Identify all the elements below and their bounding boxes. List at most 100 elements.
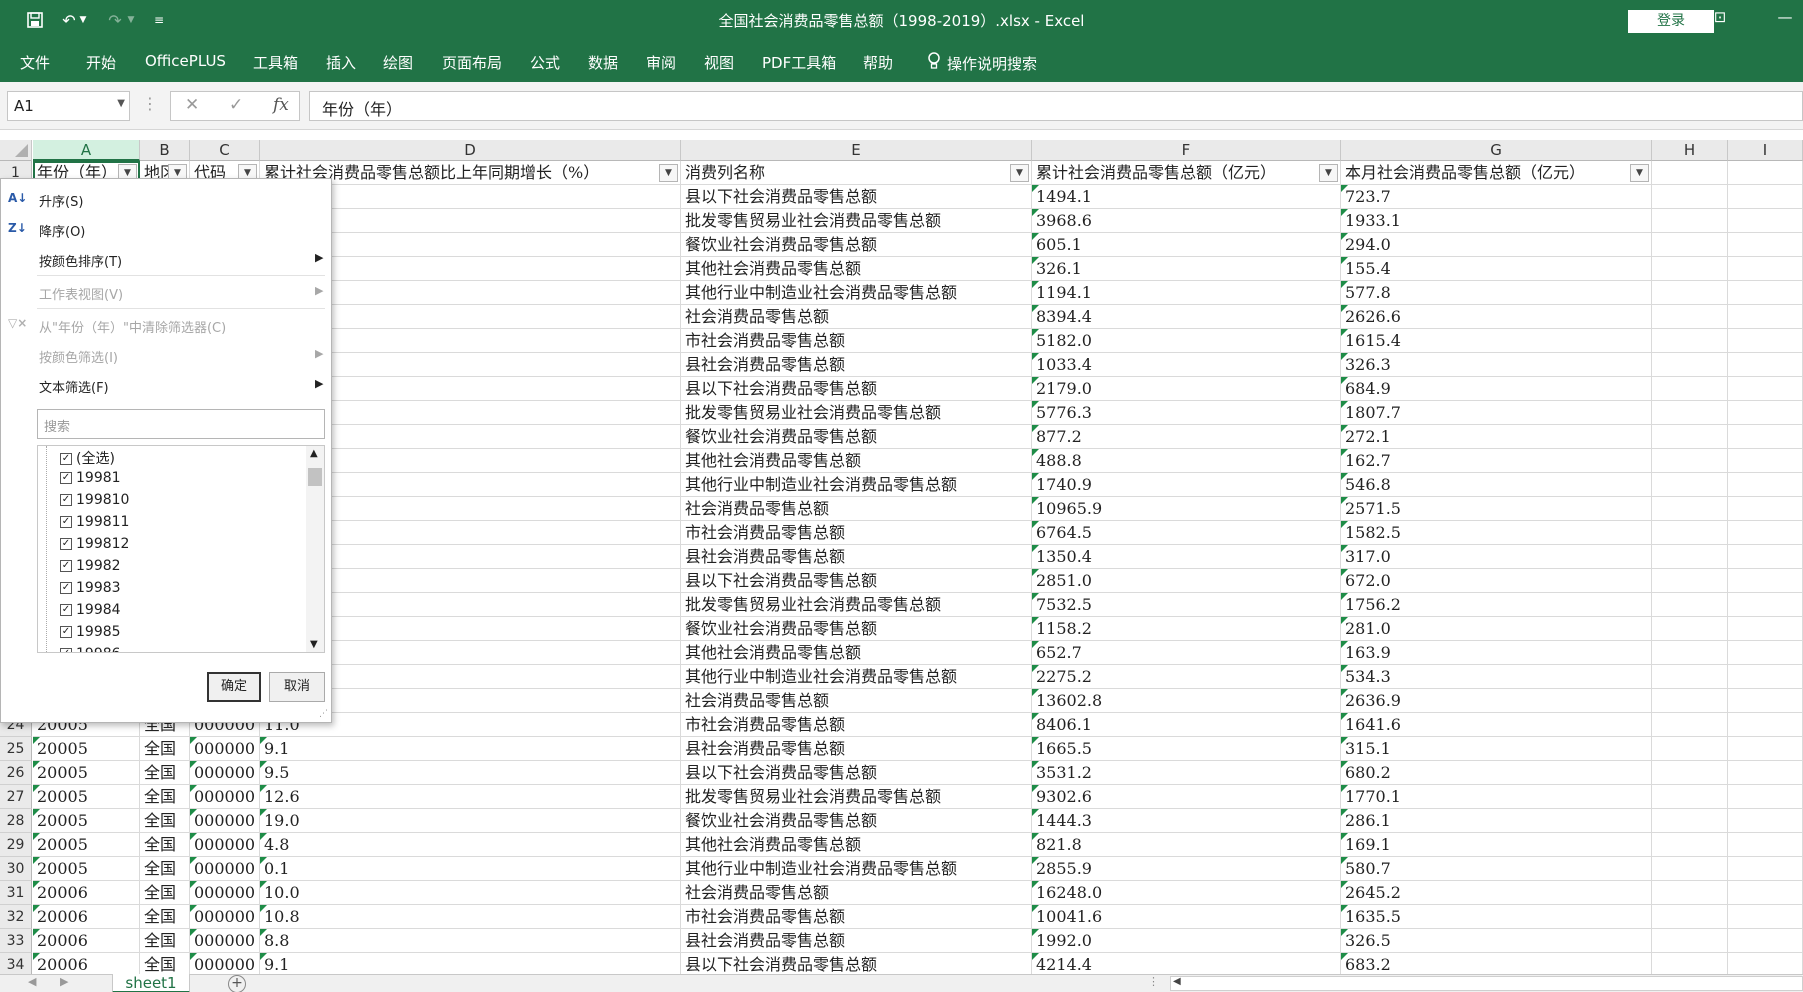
cell[interactable] — [1652, 305, 1728, 329]
cell[interactable]: 20005 — [33, 785, 140, 809]
ok-button[interactable]: 确定 — [207, 672, 261, 702]
filter-checkbox-item[interactable]: ✓ 19982 — [60, 558, 121, 580]
cell[interactable]: 5182.0 — [1032, 329, 1341, 353]
filter-dropdown-icon[interactable]: ▼ — [1319, 164, 1338, 182]
cell[interactable]: 市社会消费品零售总额 — [681, 329, 1032, 353]
cell[interactable]: 县社会消费品零售总额 — [681, 353, 1032, 377]
cell[interactable]: 县以下社会消费品零售总额 — [681, 377, 1032, 401]
filter-checkbox-item[interactable]: ✓ 19985 — [60, 624, 121, 646]
cell[interactable]: 3968.6 — [1032, 209, 1341, 233]
cell[interactable]: 餐饮业社会消费品零售总额 — [681, 233, 1032, 257]
cell[interactable]: 488.8 — [1032, 449, 1341, 473]
cell[interactable]: 577.8 — [1341, 281, 1652, 305]
cell[interactable] — [1652, 521, 1728, 545]
cell[interactable] — [1652, 329, 1728, 353]
cell[interactable]: 000000 — [190, 929, 260, 953]
checkbox-checked-icon[interactable]: ✓ — [60, 648, 72, 652]
checkbox-checked-icon[interactable]: ✓ — [60, 582, 72, 594]
cell[interactable] — [1652, 713, 1728, 737]
cell[interactable]: 4.8 — [260, 833, 681, 857]
tab-data[interactable]: 数据 — [588, 52, 618, 73]
cell[interactable]: 其他社会消费品零售总额 — [681, 833, 1032, 857]
cell[interactable]: 社会消费品零售总额 — [681, 305, 1032, 329]
cell[interactable]: 2851.0 — [1032, 569, 1341, 593]
cell[interactable]: 2179.0 — [1032, 377, 1341, 401]
cell[interactable] — [1728, 425, 1803, 449]
cell[interactable]: 1350.4 — [1032, 545, 1341, 569]
cell[interactable]: 326.3 — [1341, 353, 1652, 377]
prev-sheet-icon[interactable]: ◀ — [28, 975, 36, 988]
cell[interactable]: 000000 — [190, 881, 260, 905]
menu-item-sort-by-color[interactable]: 按颜色排序(T) ▶ — [39, 251, 323, 270]
cell[interactable]: 1615.4 — [1341, 329, 1652, 353]
cell[interactable]: 6764.5 — [1032, 521, 1341, 545]
cell[interactable]: 全国 — [140, 953, 190, 974]
cell[interactable]: 12.6 — [260, 785, 681, 809]
tab-draw[interactable]: 绘图 — [383, 52, 413, 73]
cell[interactable]: 4214.4 — [1032, 953, 1341, 974]
checkbox-checked-icon[interactable]: ✓ — [60, 494, 72, 506]
cell[interactable]: 723.7 — [1341, 185, 1652, 209]
row-number[interactable]: 34 — [0, 953, 32, 974]
cell[interactable] — [1652, 953, 1728, 974]
cell[interactable] — [1728, 185, 1803, 209]
cell[interactable]: 2855.9 — [1032, 857, 1341, 881]
cell[interactable] — [1728, 881, 1803, 905]
cell[interactable]: 社会消费品零售总额 — [681, 497, 1032, 521]
cell[interactable]: 县社会消费品零售总额 — [681, 929, 1032, 953]
next-sheet-icon[interactable]: ▶ — [60, 975, 68, 988]
cell[interactable]: 1756.2 — [1341, 593, 1652, 617]
cell[interactable] — [1728, 641, 1803, 665]
row-number[interactable]: 28 — [0, 809, 32, 833]
col-header-b[interactable]: B — [140, 140, 190, 161]
tab-formulas[interactable]: 公式 — [530, 52, 560, 73]
cell[interactable] — [1652, 545, 1728, 569]
cell[interactable]: 000000 — [190, 809, 260, 833]
cell[interactable]: 市社会消费品零售总额 — [681, 713, 1032, 737]
cell[interactable]: 1582.5 — [1341, 521, 1652, 545]
cell[interactable]: 580.7 — [1341, 857, 1652, 881]
cell[interactable]: 10041.6 — [1032, 905, 1341, 929]
tab-pdf-toolbox[interactable]: PDF工具箱 — [762, 52, 836, 73]
cell[interactable]: 全国 — [140, 785, 190, 809]
cell[interactable]: 7532.5 — [1032, 593, 1341, 617]
cell[interactable]: 其他社会消费品零售总额 — [681, 449, 1032, 473]
col-header-e[interactable]: E — [681, 140, 1032, 161]
cell[interactable]: 9.1 — [260, 737, 681, 761]
filter-search-input[interactable]: 搜索 — [37, 409, 325, 439]
cell[interactable] — [1728, 161, 1803, 185]
cell[interactable]: 批发零售贸易业社会消费品零售总额 — [681, 785, 1032, 809]
ribbon-display-icon[interactable]: ⊡ — [1705, 8, 1735, 32]
row-number[interactable]: 33 — [0, 929, 32, 953]
horizontal-scrollbar[interactable]: ◀ — [1170, 976, 1803, 991]
cell[interactable] — [1728, 329, 1803, 353]
cell[interactable] — [1728, 521, 1803, 545]
add-sheet-icon[interactable]: + — [228, 975, 246, 992]
cell[interactable]: 20005 — [33, 833, 140, 857]
cell[interactable]: 326.1 — [1032, 257, 1341, 281]
cell[interactable]: 163.9 — [1341, 641, 1652, 665]
cell[interactable]: 534.3 — [1341, 665, 1652, 689]
sheet-tab-sheet1[interactable]: sheet1 — [112, 974, 190, 992]
cell[interactable]: 20005 — [33, 809, 140, 833]
cell[interactable] — [1728, 497, 1803, 521]
cell[interactable]: 000000 — [190, 833, 260, 857]
cell[interactable] — [1728, 353, 1803, 377]
cell[interactable]: 社会消费品零售总额 — [681, 881, 1032, 905]
col-header-h[interactable]: H — [1652, 140, 1728, 161]
cell[interactable]: 10.8 — [260, 905, 681, 929]
cell[interactable]: 286.1 — [1341, 809, 1652, 833]
cancel-entry-icon[interactable]: ✕ — [185, 95, 199, 115]
row-number[interactable]: 32 — [0, 905, 32, 929]
cell[interactable] — [1728, 545, 1803, 569]
cell[interactable] — [1728, 689, 1803, 713]
cell[interactable]: 1635.5 — [1341, 905, 1652, 929]
cell[interactable]: 全国 — [140, 929, 190, 953]
cell[interactable] — [1728, 593, 1803, 617]
cell[interactable]: 000000 — [190, 953, 260, 974]
cell[interactable] — [1652, 473, 1728, 497]
cell[interactable]: 县社会消费品零售总额 — [681, 737, 1032, 761]
row-number[interactable]: 27 — [0, 785, 32, 809]
cell[interactable]: 315.1 — [1341, 737, 1652, 761]
cell[interactable] — [1652, 281, 1728, 305]
